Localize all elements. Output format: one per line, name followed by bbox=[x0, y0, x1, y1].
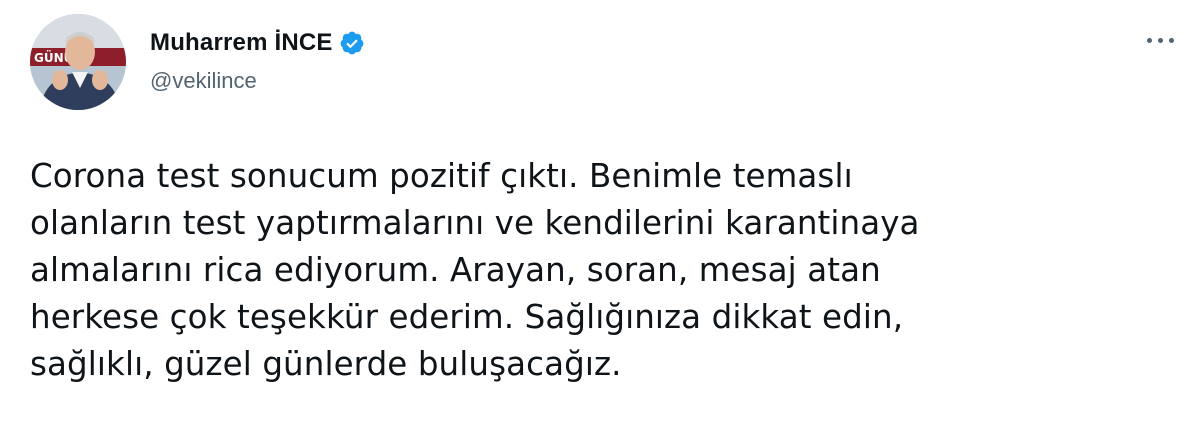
more-horizontal-icon-dot bbox=[1146, 37, 1152, 43]
more-horizontal-icon-dot bbox=[1168, 37, 1174, 43]
author-name-row[interactable]: Muharrem İNCE bbox=[150, 26, 365, 60]
tweet-card: GÜNÜ Muharrem İNCE @vekilince Corona tes… bbox=[0, 0, 1200, 438]
author-display-name[interactable]: Muharrem İNCE bbox=[150, 29, 333, 57]
avatar[interactable]: GÜNÜ bbox=[30, 14, 126, 110]
author-handle[interactable]: @vekilince bbox=[150, 68, 257, 94]
tweet-text: Corona test sonucum pozitif çıktı. Benim… bbox=[30, 153, 1180, 388]
verified-badge-icon bbox=[340, 31, 364, 55]
more-options-button[interactable] bbox=[1136, 28, 1184, 52]
tweet-text-line: sağlıklı, güzel günlerde buluşacağız. bbox=[30, 345, 622, 383]
avatar-photo: GÜNÜ bbox=[30, 14, 126, 110]
tweet-text-line: herkese çok teşekkür ederim. Sağlığınıza… bbox=[30, 298, 904, 336]
tweet-text-line: almalarını rica ediyorum. Arayan, soran,… bbox=[30, 251, 881, 289]
tweet-text-line: olanların test yaptırmalarını ve kendile… bbox=[30, 204, 920, 242]
more-horizontal-icon-dot bbox=[1157, 37, 1163, 43]
tweet-text-line: Corona test sonucum pozitif çıktı. Benim… bbox=[30, 157, 853, 195]
